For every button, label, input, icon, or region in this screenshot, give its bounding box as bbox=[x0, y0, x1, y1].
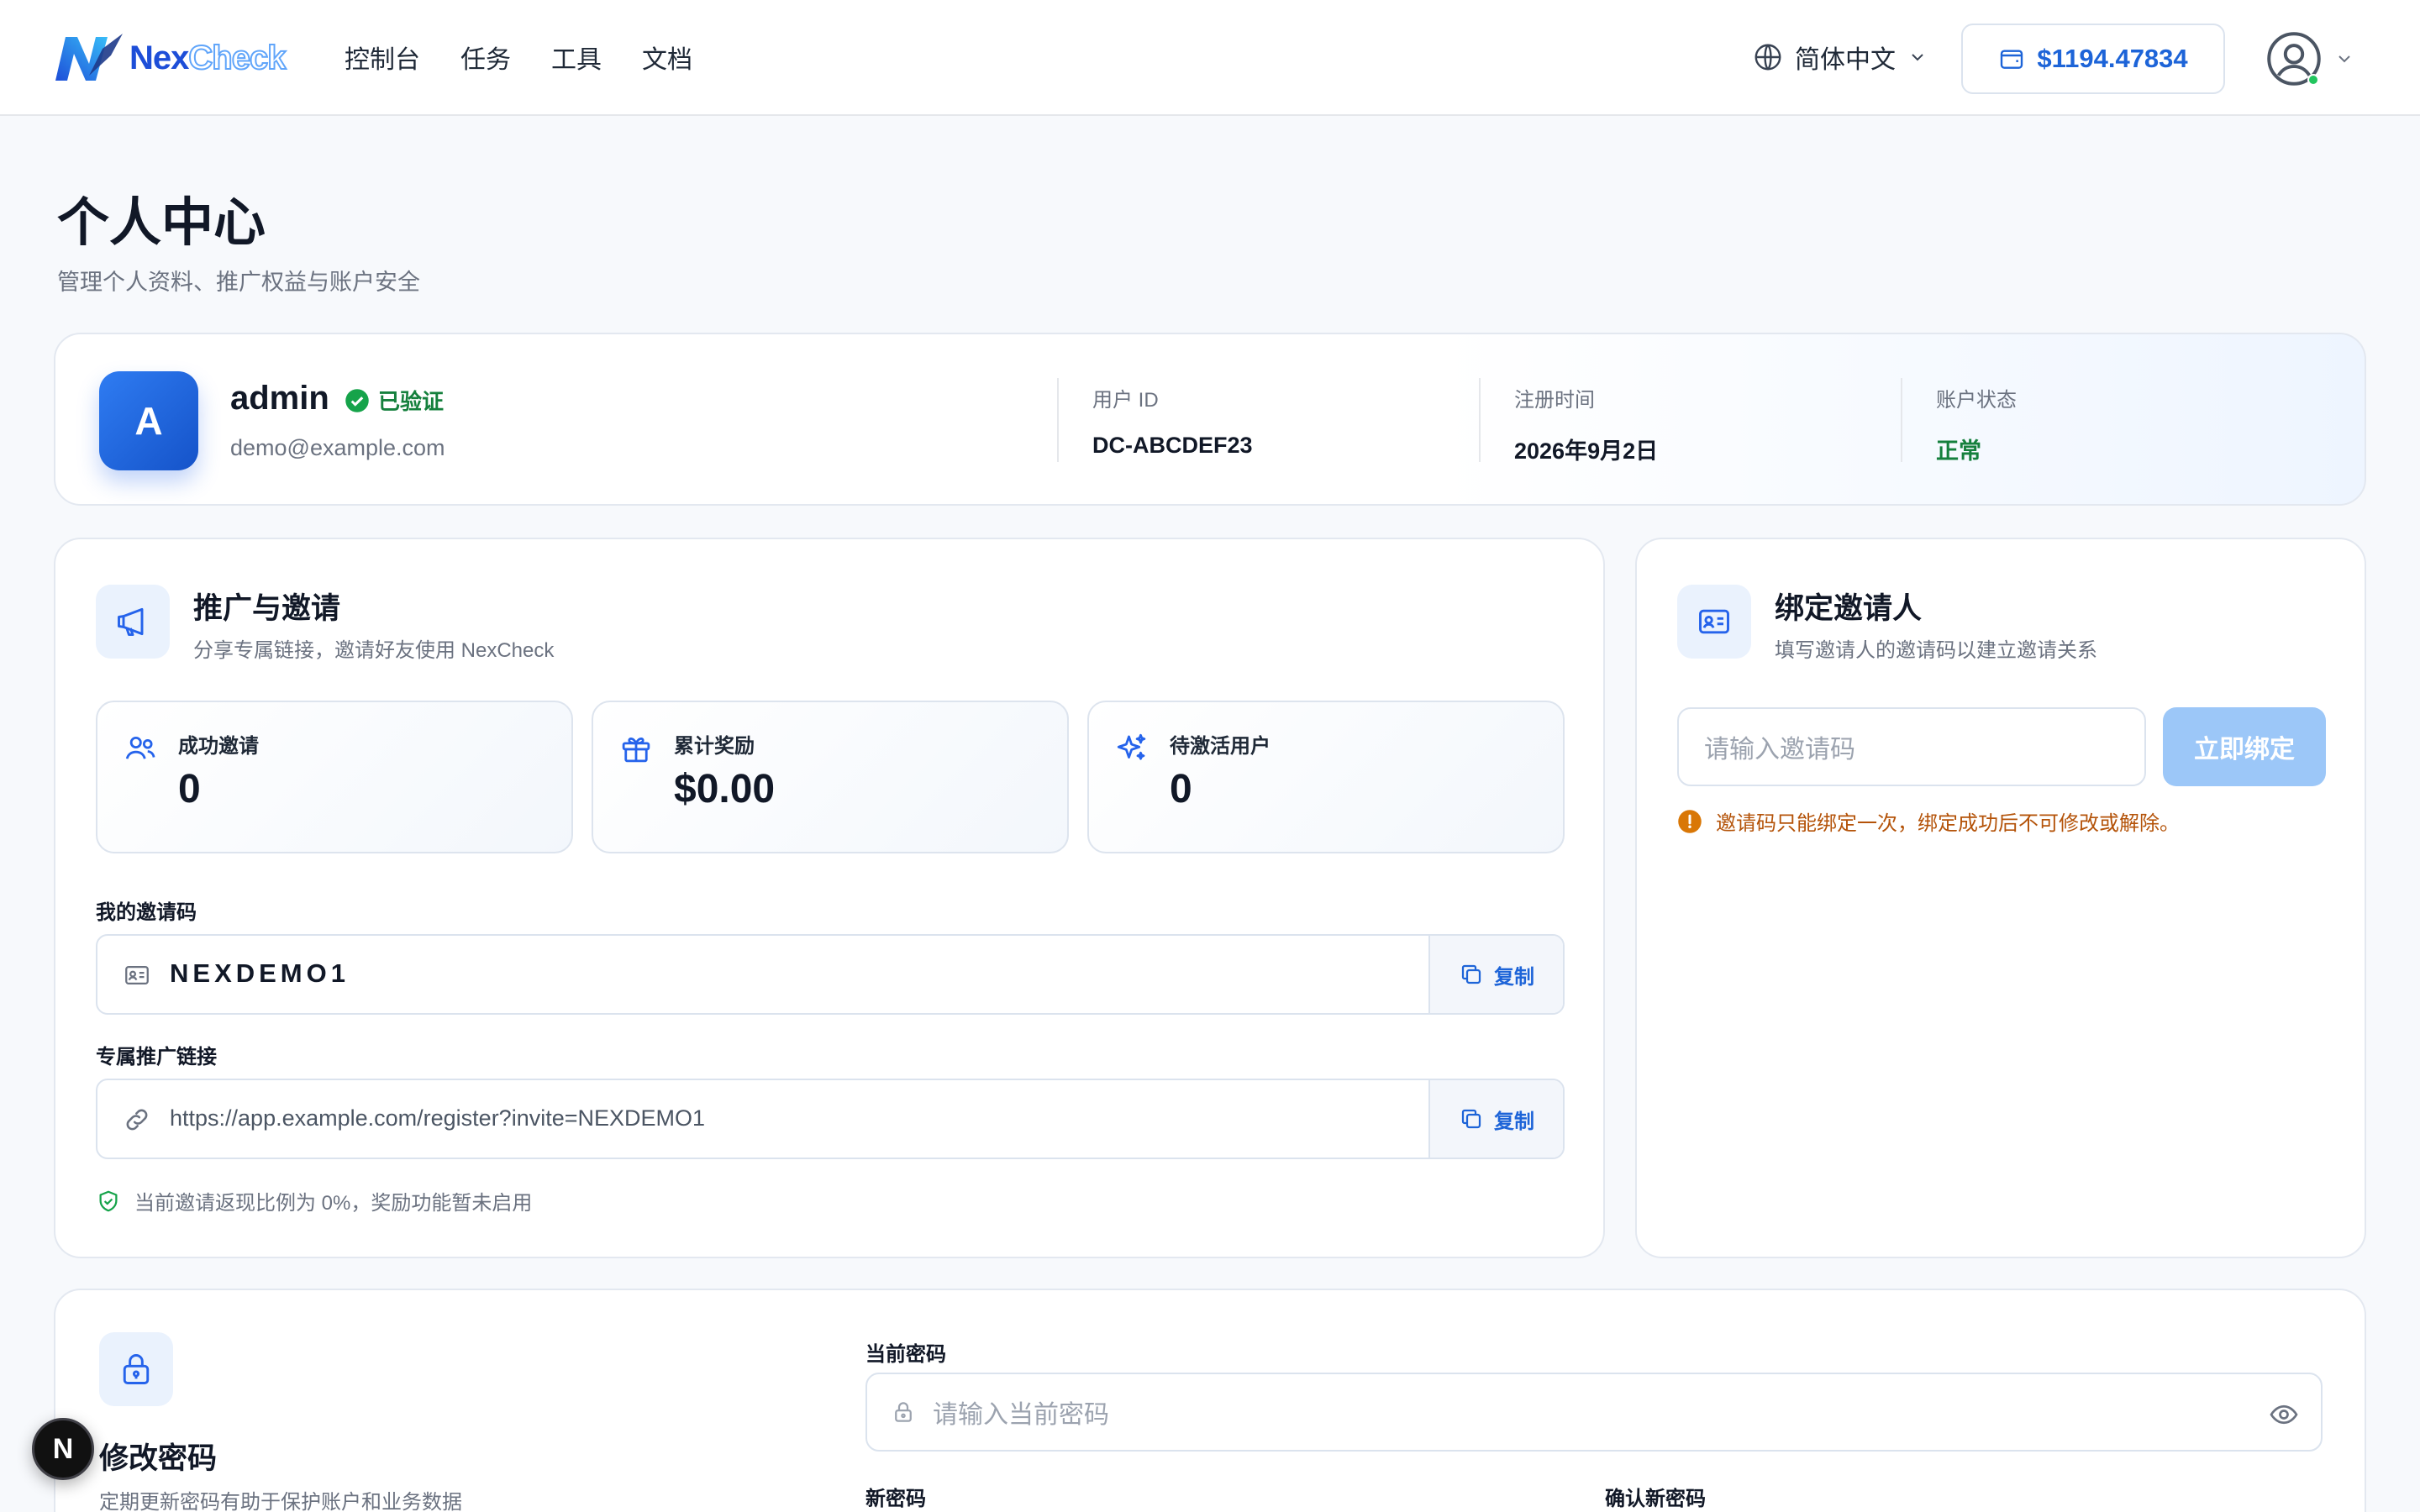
confirm-password-label: 确认新密码 bbox=[1605, 1488, 1706, 1510]
account-status-label: 账户状态 bbox=[1936, 389, 2017, 412]
user-menu-button[interactable] bbox=[2265, 30, 2354, 87]
globe-icon bbox=[1754, 44, 1781, 71]
promo-subtitle: 分享专属链接，邀请好友使用 NexCheck bbox=[193, 639, 555, 662]
sparkles-icon bbox=[1117, 733, 1146, 760]
user-id-value: DC-ABCDEF23 bbox=[1092, 433, 1253, 458]
stat-label: 待激活用户 bbox=[1170, 735, 1270, 758]
invite-code-label: 我的邀请码 bbox=[96, 901, 197, 924]
invite-code-input[interactable]: 请输入邀请码 bbox=[1677, 707, 2146, 786]
user-id-label: 用户 ID bbox=[1092, 389, 1159, 412]
alert-circle-icon bbox=[1678, 809, 1702, 833]
promo-link-value: https://app.example.com/register?invite=… bbox=[170, 1105, 706, 1131]
new-password-label: 新密码 bbox=[865, 1488, 926, 1510]
users-icon bbox=[125, 737, 155, 759]
logo-mark-icon bbox=[55, 34, 123, 81]
nav-item-docs[interactable]: 文档 bbox=[642, 39, 692, 76]
password-subtitle: 定期更新密码有助于保护账户和业务数据 bbox=[99, 1491, 462, 1512]
check-circle-icon bbox=[345, 388, 369, 412]
user-avatar bbox=[2265, 30, 2323, 87]
brand-logo[interactable]: NexCheck bbox=[52, 32, 287, 84]
id-card-icon bbox=[1699, 609, 1729, 634]
nav-item-tasks[interactable]: 任务 bbox=[460, 39, 511, 76]
stat-value: 0 bbox=[1170, 767, 1192, 811]
current-password-label: 当前密码 bbox=[865, 1343, 946, 1366]
lock-icon bbox=[895, 1402, 912, 1422]
copy-label: 复制 bbox=[1494, 1110, 1534, 1133]
nav-item-console[interactable]: 控制台 bbox=[345, 39, 420, 76]
change-password-card: 修改密码 定期更新密码有助于保护账户和业务数据 当前密码 请输入当前密码 新密码… bbox=[54, 1289, 2366, 1512]
language-label: 简体中文 bbox=[1795, 46, 1896, 74]
gift-icon bbox=[622, 737, 650, 763]
copy-icon bbox=[1461, 964, 1481, 984]
floating-dev-badge[interactable]: N bbox=[32, 1418, 94, 1480]
nav-item-tools[interactable]: 工具 bbox=[551, 39, 602, 76]
bind-warning-text: 邀请码只能绑定一次，绑定成功后不可修改或解除。 bbox=[1716, 812, 2180, 835]
invite-code-placeholder: 请输入邀请码 bbox=[1704, 736, 1855, 764]
link-icon bbox=[126, 1109, 148, 1131]
eye-icon[interactable] bbox=[2269, 1399, 2299, 1430]
lock-icon bbox=[123, 1354, 150, 1384]
invite-code-field: NEXDEMO1 复制 bbox=[96, 934, 1565, 1015]
stat-card-rewards: 累计奖励 $0.00 bbox=[592, 701, 1069, 853]
wallet-icon bbox=[2001, 50, 2023, 69]
current-password-placeholder: 请输入当前密码 bbox=[933, 1401, 1109, 1429]
stat-label: 累计奖励 bbox=[674, 735, 755, 758]
stat-card-invites: 成功邀请 0 bbox=[96, 701, 573, 853]
verified-badge: 已验证 bbox=[345, 385, 444, 416]
promotion-card: 推广与邀请 分享专属链接，邀请好友使用 NexCheck 成功邀请 0 累计奖励… bbox=[54, 538, 1605, 1258]
bind-section-icon bbox=[1677, 585, 1751, 659]
account-status-block: 账户状态 正常 bbox=[1901, 378, 2017, 464]
balance-amount: $1194.47834 bbox=[2037, 44, 2188, 73]
main-nav: 控制台 任务 工具 文档 bbox=[345, 39, 733, 76]
copy-promo-link-button[interactable]: 复制 bbox=[1428, 1080, 1563, 1158]
profile-username: admin bbox=[230, 380, 329, 417]
copy-label: 复制 bbox=[1494, 965, 1534, 989]
password-section-icon bbox=[99, 1332, 173, 1406]
promo-title: 推广与邀请 bbox=[193, 592, 341, 625]
page-title: 个人中心 bbox=[57, 194, 266, 252]
register-date-value: 2026年9月2日 bbox=[1514, 438, 1659, 464]
verified-label: 已验证 bbox=[378, 389, 445, 414]
stat-card-pending: 待激活用户 0 bbox=[1087, 701, 1565, 853]
stat-value: $0.00 bbox=[674, 767, 776, 811]
copy-invite-code-button[interactable]: 复制 bbox=[1428, 936, 1563, 1013]
promo-link-label: 专属推广链接 bbox=[96, 1046, 217, 1068]
language-selector[interactable]: 简体中文 bbox=[1753, 39, 1928, 76]
id-card-icon bbox=[125, 965, 149, 985]
stat-label: 成功邀请 bbox=[178, 735, 259, 758]
bind-warning: 邀请码只能绑定一次，绑定成功后不可修改或解除。 bbox=[1677, 806, 2180, 836]
current-password-input[interactable]: 请输入当前密码 bbox=[865, 1373, 2323, 1452]
logo-wordmark: NexCheck bbox=[129, 39, 287, 77]
bind-title: 绑定邀请人 bbox=[1775, 592, 1923, 625]
promo-link-field: https://app.example.com/register?invite=… bbox=[96, 1079, 1565, 1159]
bind-subtitle: 填写邀请人的邀请码以建立邀请关系 bbox=[1775, 639, 2097, 662]
bind-inviter-card: 绑定邀请人 填写邀请人的邀请码以建立邀请关系 请输入邀请码 立即绑定 邀请码只能… bbox=[1635, 538, 2366, 1258]
register-date-label: 注册时间 bbox=[1514, 389, 1595, 412]
chevron-down-icon bbox=[1912, 54, 1923, 61]
password-title: 修改密码 bbox=[99, 1442, 218, 1475]
invite-code-value: NEXDEMO1 bbox=[170, 958, 350, 988]
promo-section-icon bbox=[96, 585, 170, 659]
profile-card: A admin 已验证 demo@example.com 用户 ID DC-AB… bbox=[54, 333, 2366, 506]
user-id-block: 用户 ID DC-ABCDEF23 bbox=[1057, 378, 1253, 462]
megaphone-icon bbox=[118, 607, 144, 637]
copy-icon bbox=[1461, 1109, 1481, 1129]
shield-check-icon bbox=[99, 1190, 118, 1211]
online-status-dot bbox=[2307, 74, 2319, 86]
chevron-down-icon bbox=[2338, 55, 2350, 63]
profile-avatar: A bbox=[99, 371, 198, 470]
top-navigation-bar: NexCheck 控制台 任务 工具 文档 简体中文 $1194.47834 bbox=[0, 0, 2420, 116]
balance-button[interactable]: $1194.47834 bbox=[1961, 24, 2225, 94]
bind-now-button[interactable]: 立即绑定 bbox=[2163, 707, 2326, 786]
profile-email: demo@example.com bbox=[230, 435, 445, 460]
register-date-block: 注册时间 2026年9月2日 bbox=[1479, 378, 1659, 464]
stat-value: 0 bbox=[178, 767, 201, 811]
rebate-note: 当前邀请返现比例为 0%，奖励功能暂未启用 bbox=[96, 1186, 532, 1215]
rebate-note-text: 当前邀请返现比例为 0%，奖励功能暂未启用 bbox=[134, 1192, 533, 1215]
account-status-value: 正常 bbox=[1936, 438, 1981, 464]
page-subtitle: 管理个人资料、推广权益与账户安全 bbox=[57, 270, 420, 295]
